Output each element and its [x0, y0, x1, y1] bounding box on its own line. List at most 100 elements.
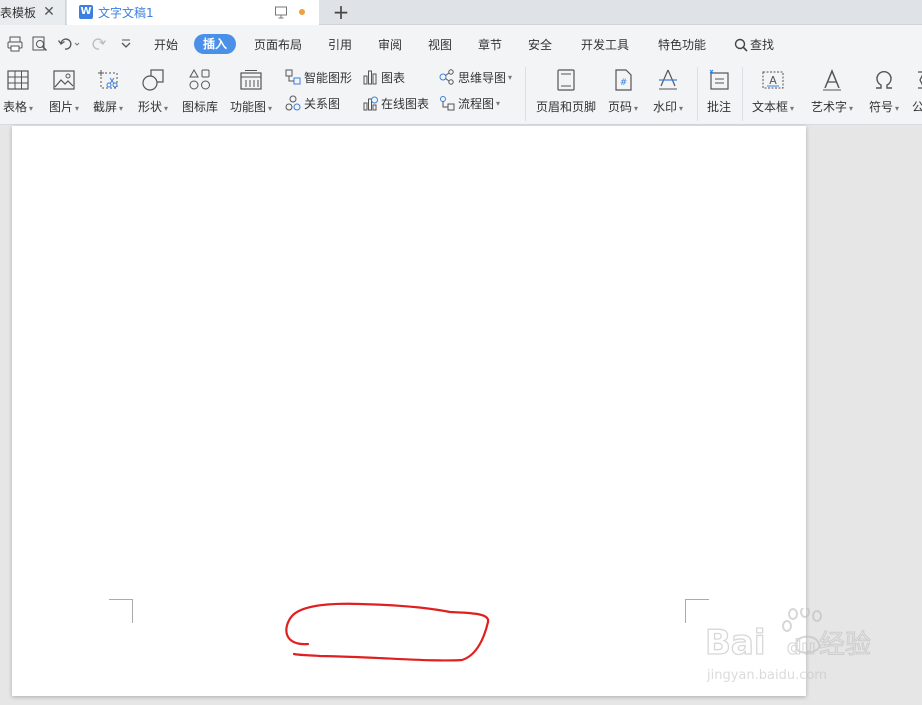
watermark-button[interactable]: 水印 ▾	[648, 66, 688, 122]
baidu-jingyan-watermark: Bai du 经验 jingyan.baidu.com	[705, 608, 872, 683]
function-chart-button[interactable]: 功能图 ▾	[228, 66, 274, 122]
monitor-icon[interactable]	[275, 6, 287, 19]
undo-icon[interactable]	[57, 35, 81, 53]
margin-corner-mark-left	[109, 599, 133, 623]
shape-button[interactable]: 形状 ▾	[133, 66, 173, 122]
table-icon	[7, 70, 29, 90]
screenshot-button[interactable]: 截屏 ▾	[88, 66, 128, 122]
screenshot-label: 截屏	[92, 100, 117, 114]
formula-button[interactable]: 公	[908, 66, 922, 122]
bar-chart-icon	[363, 70, 377, 85]
page-number-icon: #	[615, 69, 632, 91]
word-art-label: 艺术字	[810, 100, 847, 114]
text-box-button[interactable]: A 文本框 ▾	[749, 66, 797, 122]
svg-text:A: A	[769, 74, 777, 87]
header-footer-icon	[557, 69, 575, 91]
screenshot-icon	[98, 70, 118, 89]
watermark-url-text: jingyan.baidu.com	[706, 668, 827, 683]
online-chart-icon	[363, 96, 378, 111]
watermark-du-text: du	[787, 635, 816, 659]
chart-label: 图表	[381, 70, 406, 85]
unsaved-dot-icon	[299, 9, 305, 15]
shape-icon	[142, 69, 164, 91]
mind-map-icon	[439, 69, 454, 85]
text-box-icon: A	[762, 71, 784, 89]
writer-doc-icon: W	[79, 5, 93, 19]
smart-graphic-button[interactable]: 智能图形	[285, 67, 352, 87]
ribbon-separator	[525, 67, 526, 121]
online-chart-button[interactable]: 在线图表	[362, 93, 429, 113]
flowchart-label: 流程图	[458, 96, 495, 111]
word-art-icon	[823, 69, 841, 91]
ribbon-separator	[697, 67, 698, 121]
mind-map-label: 思维导图	[458, 70, 507, 85]
menu-security[interactable]: 安全	[528, 36, 552, 54]
tab-label: 表模板	[0, 6, 37, 20]
mind-map-button[interactable]: 思维导图 ▾	[439, 67, 512, 87]
formula-icon	[918, 71, 922, 89]
menu-page-layout[interactable]: 页面布局	[254, 36, 302, 54]
page-number-button[interactable]: # 页码 ▾	[604, 66, 642, 122]
customize-toolbar-icon[interactable]	[117, 35, 135, 53]
watermark-chinese-text: 经验	[819, 630, 871, 660]
header-footer-label: 页眉和页脚	[535, 100, 596, 114]
picture-icon	[53, 70, 75, 90]
formula-label: 公	[912, 100, 922, 114]
tab-template[interactable]: 表模板 ✕	[0, 0, 66, 25]
page-number-label: 页码	[607, 100, 632, 114]
close-icon[interactable]: ✕	[42, 3, 56, 21]
text-box-label: 文本框	[751, 100, 788, 114]
menu-developer-tools[interactable]: 开发工具	[581, 36, 629, 54]
menu-review[interactable]: 审阅	[378, 36, 402, 54]
tab-document[interactable]: W 文字文稿1	[67, 0, 319, 25]
icon-library-button[interactable]: 图标库	[180, 66, 220, 122]
flowchart-button[interactable]: 流程图 ▾	[439, 93, 500, 113]
watermark-icon	[659, 69, 677, 90]
find-button[interactable]: 查找	[734, 36, 774, 54]
function-chart-icon	[240, 70, 262, 90]
flowchart-icon	[440, 96, 455, 111]
document-tab-bar: 表模板 ✕ W 文字文稿1 +	[0, 0, 922, 25]
tab-label: 文字文稿1	[98, 6, 154, 20]
watermark-label: 水印	[652, 100, 677, 114]
menu-references[interactable]: 引用	[328, 36, 352, 54]
table-button[interactable]: 表格 ▾	[0, 66, 40, 122]
menu-home[interactable]: 开始	[154, 36, 178, 54]
online-chart-label: 在线图表	[381, 96, 430, 111]
icon-library-label: 图标库	[181, 100, 218, 114]
table-label: 表格	[2, 100, 27, 114]
word-art-button[interactable]: 艺术字 ▾	[806, 66, 858, 122]
print-preview-icon[interactable]	[31, 35, 49, 53]
menu-insert[interactable]: 插入	[194, 34, 237, 54]
ribbon-separator	[742, 67, 743, 121]
search-icon	[734, 38, 748, 52]
comment-label: 批注	[706, 100, 731, 114]
icon-library-icon	[189, 68, 210, 90]
redo-icon[interactable]	[90, 35, 108, 53]
relation-chart-button[interactable]: 关系图	[285, 93, 340, 113]
svg-text:#: #	[620, 78, 628, 88]
watermark-brand-text: Bai	[705, 623, 766, 663]
picture-button[interactable]: 图片 ▾	[44, 66, 84, 122]
insert-ribbon: 表格 ▾ 图片 ▾ 截屏 ▾ 形状 ▾ 图标库 功能图 ▾ 智能图形 关系图 图…	[0, 63, 922, 125]
comment-icon	[709, 69, 729, 90]
relation-chart-icon	[285, 95, 301, 111]
smart-graphic-label: 智能图形	[304, 70, 353, 85]
chart-button[interactable]: 图表	[362, 67, 405, 87]
omega-icon	[876, 70, 892, 89]
menu-special-features[interactable]: 特色功能	[658, 36, 706, 54]
symbol-button[interactable]: 符号 ▾	[864, 66, 904, 122]
header-footer-button[interactable]: 页眉和页脚	[533, 66, 599, 122]
new-tab-button[interactable]: +	[330, 1, 352, 23]
print-icon[interactable]	[6, 35, 24, 53]
symbol-label: 符号	[868, 100, 893, 114]
function-chart-label: 功能图	[229, 100, 266, 114]
relation-chart-label: 关系图	[304, 96, 341, 111]
menu-chapter[interactable]: 章节	[478, 36, 502, 54]
comment-button[interactable]: 批注	[703, 66, 735, 122]
menu-view[interactable]: 视图	[428, 36, 452, 54]
find-label: 查找	[750, 38, 775, 52]
footer-highlight-annotation	[285, 602, 490, 662]
shape-label: 形状	[137, 100, 162, 114]
smart-graphic-icon	[285, 69, 301, 85]
